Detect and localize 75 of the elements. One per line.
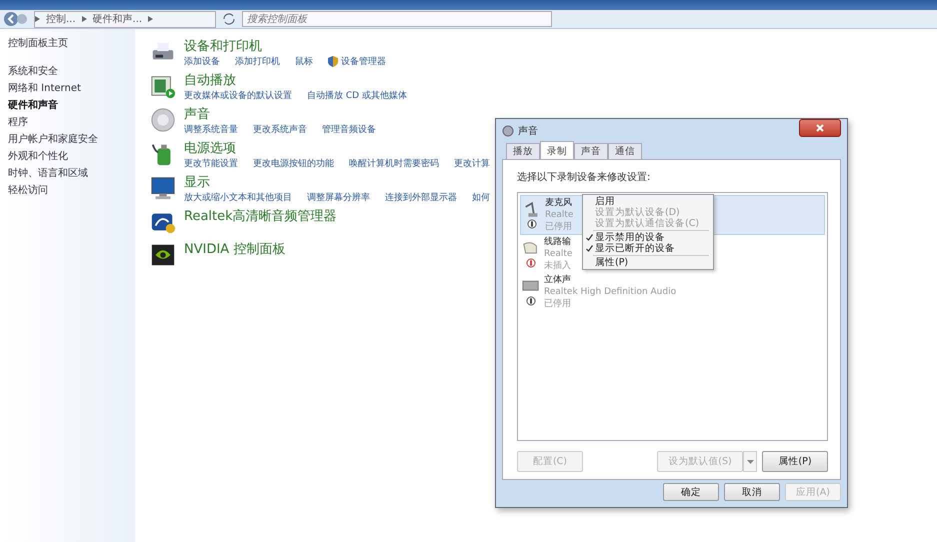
category-title[interactable]: 显示 [184,175,490,191]
category-title[interactable]: 声音 [184,107,376,123]
menu-item[interactable]: 启用 [583,196,713,207]
graphics-card-icon [150,242,176,268]
menu-item[interactable]: 显示禁用的设备 [583,232,713,243]
dropdown-button[interactable] [743,451,757,472]
audio-jack-icon [522,240,540,268]
search-field[interactable]: 搜索控制面板 [242,11,552,27]
device-driver: Realtek High Definition Audio [544,286,676,298]
device-driver: Realte [545,209,574,221]
task-link[interactable]: 更改电源按钮的功能 [253,157,334,170]
task-link[interactable]: 更改媒体或设备的默认设置 [184,89,292,102]
category-title[interactable]: 自动播放 [184,73,407,89]
properties-button[interactable]: 属性(P) [762,451,828,472]
separator-icon [148,16,154,22]
device-driver: Realte [544,248,572,260]
sidebar-item[interactable]: 轻松访问 [8,184,135,197]
task-link[interactable]: 设备管理器 [328,55,386,68]
category-title[interactable]: Realtek高清晰音频管理器 [184,209,337,225]
task-link[interactable]: 连接到外部显示器 [385,191,457,204]
category-title[interactable]: 设备和打印机 [184,39,386,55]
menu-item[interactable]: 显示已断开的设备 [583,243,713,254]
device-status: 已停用 [544,298,571,310]
dialog-button[interactable]: 取消 [724,483,780,501]
tab[interactable]: 录制 [540,141,574,159]
task-link[interactable]: 管理音频设备 [322,123,376,136]
close-icon [816,124,824,132]
dialog-button[interactable]: 确定 [663,483,719,501]
tab[interactable]: 声音 [574,143,608,159]
task-link[interactable]: 唤醒计算机时需要密码 [349,157,439,170]
task-link[interactable]: 鼠标 [295,55,313,68]
monitor-icon [150,175,176,201]
separator-icon [82,16,87,22]
sidebar-item[interactable]: 系统和安全 [8,65,135,78]
back-forward-icon[interactable] [4,11,28,27]
device-name: 麦克风 [545,197,572,209]
sidebar-item[interactable]: 外观和个性化 [8,150,135,163]
sidebar-item[interactable]: 用户帐户和家庭安全 [8,133,135,146]
task-link[interactable]: 添加打印机 [235,55,280,68]
refresh-icon[interactable] [222,13,236,25]
task-link[interactable]: 更改节能设置 [184,157,238,170]
task-link[interactable]: 更改系统声音 [253,123,307,136]
tab[interactable]: 播放 [506,143,540,159]
task-link[interactable]: 调整系统音量 [184,123,238,136]
device-row[interactable]: 线路输 Realte 未插入 [520,235,572,273]
caret-icon [746,460,754,464]
sound-card-icon [522,278,540,306]
sidebar-link[interactable]: 控制面板主页 [8,37,135,50]
sidebar-item[interactable]: 程序 [8,116,135,129]
breadcrumb[interactable]: 硬件和声... [92,12,142,26]
task-link[interactable]: 更改计算 [454,157,490,170]
device-status: 已停用 [545,221,572,233]
speaker-icon [150,107,176,133]
instruction-text: 选择以下录制设备来修改设置: [517,170,652,184]
sidebar-item[interactable]: 时钟、语言和区域 [8,167,135,180]
category-title[interactable]: NVIDIA 控制面板 [184,242,286,258]
device-name: 立体声 [544,274,571,286]
device-status: 未插入 [544,260,571,272]
sidebar-item[interactable]: 网络和 Internet [8,82,135,95]
task-link[interactable]: 如何 [472,191,490,204]
separator-icon [35,16,40,22]
task-link[interactable]: 添加设备 [184,55,220,68]
category-title[interactable]: 电源选项 [184,141,490,157]
breadcrumb[interactable]: 控制... [46,12,76,26]
menu-item[interactable]: 属性(P) [583,257,713,268]
speaker-icon [502,125,514,137]
task-link[interactable]: 放大或缩小文本和其他项目 [184,191,292,204]
tab[interactable]: 通信 [608,143,642,159]
dialog-title: 声音 [518,124,538,138]
device-row[interactable]: 立体声 Realtek High Definition Audio 已停用 [520,273,676,311]
sidebar-item[interactable]: 硬件和声音 [8,99,135,112]
task-link[interactable]: 自动播放 CD 或其他媒体 [307,89,407,102]
close-button[interactable] [799,119,841,137]
device-name: 线路输 [544,236,571,248]
task-link[interactable]: 调整屏幕分辨率 [307,191,370,204]
